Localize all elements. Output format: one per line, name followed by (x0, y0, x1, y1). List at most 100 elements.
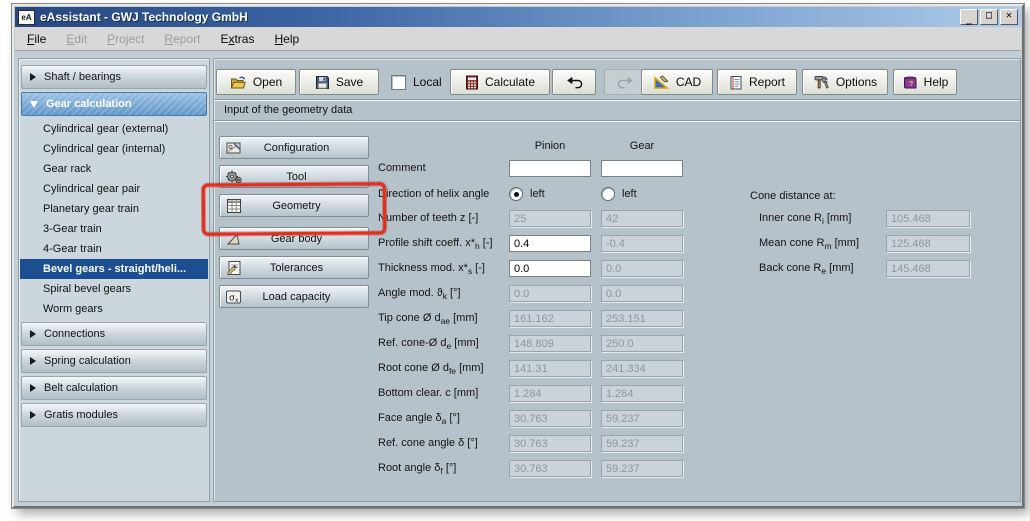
options-button[interactable]: Options (802, 69, 888, 95)
collapsed-arrow-icon (30, 411, 36, 419)
save-label: Save (336, 75, 363, 89)
report-button[interactable]: Report (717, 69, 797, 95)
field-label: Tip cone Ø dae [mm] (378, 312, 478, 324)
cone-label: Inner cone Ri [mm] (759, 212, 851, 224)
sidebar-item-cylindrical-gear-pair[interactable]: Cylindrical gear pair (20, 179, 208, 199)
cone-distance-title: Cone distance at: (750, 190, 836, 202)
form-row: Bottom clear. c [mm] 1.284 1.284 (214, 385, 1020, 403)
pinion-helix-direction-radio[interactable]: left (509, 187, 545, 201)
cone-value-field: 145.468 (886, 260, 970, 277)
pinion-value-field: 0.0 (509, 285, 591, 302)
local-checkbox-group[interactable]: Local (391, 69, 442, 95)
gear-value-field: 59.237 (601, 460, 683, 477)
gear-value-field: 253.151 (601, 310, 683, 327)
pinion-value-field: 141.31 (509, 360, 591, 377)
gear-value-field: 59.237 (601, 435, 683, 452)
sidebar-item-3-gear-train[interactable]: 3-Gear train (20, 219, 208, 239)
sidebar-item-planetary-gear-train[interactable]: Planetary gear train (20, 199, 208, 219)
sidebar-item-worm-gears[interactable]: Worm gears (20, 299, 208, 319)
menu-edit: Edit (64, 29, 97, 49)
undo-button[interactable] (552, 69, 596, 95)
cone-value-field: 125.468 (886, 235, 970, 252)
cad-button[interactable]: CAD (641, 69, 713, 95)
field-label: Ref. cone angle δ [°] (378, 437, 478, 449)
sidebar-group-gear-calculation[interactable]: Gear calculation (21, 92, 207, 116)
maximize-button[interactable]: □ (980, 9, 998, 25)
field-label: Face angle δa [°] (378, 412, 460, 424)
menu-file[interactable]: File (25, 29, 56, 49)
gear-value-field: 59.237 (601, 410, 683, 427)
pinion-value-field: 30.763 (509, 460, 591, 477)
configuration-icon (223, 139, 245, 157)
minimize-button[interactable]: _ (960, 9, 978, 25)
sidebar-item-4-gear-train[interactable]: 4-Gear train (20, 239, 208, 259)
form-row: Ref. cone-Ø de [mm]148.809250.0 (214, 335, 1020, 353)
form-row: Root angle δf [°] 30.763 59.237 (214, 460, 1020, 478)
cone-value-field: 105.468 (886, 210, 970, 227)
sidebar-group-gratis-modules[interactable]: Gratis modules (21, 403, 207, 427)
close-button[interactable]: ✕ (1000, 9, 1018, 25)
help-button[interactable]: ? Help (893, 69, 957, 95)
sidebar-item-cylindrical-gear-external-[interactable]: Cylindrical gear (external) (20, 119, 208, 139)
calculator-icon (465, 75, 479, 90)
gear-value-field: 241.334 (601, 360, 683, 377)
radio-icon[interactable] (509, 187, 523, 201)
sidebar-group-spring-calculation[interactable]: Spring calculation (21, 349, 207, 373)
gear-value-field[interactable] (601, 160, 683, 177)
main-panel: Open Save Local Calculate CAD Report (213, 58, 1021, 502)
radio-label: left (530, 188, 545, 200)
sidebar-group-connections[interactable]: Connections (21, 322, 207, 346)
status-strip: Input of the geometry data (214, 99, 1020, 121)
field-label: Ref. cone-Ø de [mm] (378, 337, 479, 349)
radio-label: left (622, 188, 637, 200)
nav-group-label: Spring calculation (44, 355, 131, 367)
menu-extras[interactable]: Extras (218, 29, 264, 49)
field-label: Angle mod. ϑk [°] (378, 287, 461, 299)
pinion-value-field: 1.284 (509, 385, 591, 402)
pinion-value-field: 148.809 (509, 335, 591, 352)
help-book-icon: ? (902, 75, 918, 90)
menu-report: Report (162, 29, 210, 49)
open-label: Open (253, 75, 282, 89)
field-label: Root angle δf [°] (378, 462, 456, 474)
nav-group-label: Connections (44, 328, 105, 340)
sidebar-item-gear-rack[interactable]: Gear rack (20, 159, 208, 179)
report-label: Report (749, 75, 785, 89)
gear-value-field: 1.284 (601, 385, 683, 402)
field-label: Comment (378, 162, 426, 174)
form-row: Angle mod. ϑk [°]0.00.0 (214, 285, 1020, 303)
calculate-button[interactable]: Calculate (450, 69, 550, 95)
window-controls: _ □ ✕ (960, 9, 1018, 25)
help-label: Help (924, 75, 949, 89)
app-icon: eA (18, 10, 35, 25)
field-label: Bottom clear. c [mm] (378, 387, 478, 399)
sidebar-item-cylindrical-gear-internal-[interactable]: Cylindrical gear (internal) (20, 139, 208, 159)
cone-label: Back cone Re [mm] (759, 262, 854, 274)
field-label: Direction of helix angle (378, 188, 489, 200)
nav-group-label: Gear calculation (46, 98, 132, 110)
menu-bar: File Edit Project Report Extras Help (15, 27, 1021, 51)
collapsed-arrow-icon (30, 384, 36, 392)
save-button[interactable]: Save (299, 69, 379, 95)
sidebar-group-shaft-bearings[interactable]: Shaft / bearings (21, 65, 207, 89)
form-row: Comment (214, 160, 1020, 178)
open-button[interactable]: Open (216, 69, 296, 95)
calculate-label: Calculate (485, 75, 535, 89)
collapsed-arrow-icon (30, 330, 36, 338)
sidebar-item-bevel-gears-straight-heli-[interactable]: Bevel gears - straight/heli... (20, 259, 208, 279)
configuration-label: Configuration (245, 142, 368, 154)
cone-row: Back cone Re [mm] 145.468 (214, 260, 1020, 278)
local-checkbox[interactable] (391, 75, 406, 90)
gear-helix-direction-radio[interactable]: left (601, 187, 637, 201)
options-tools-icon (813, 74, 830, 90)
app-window: eA eAssistant - GWJ Technology GmbH _ □ … (12, 4, 1024, 508)
menu-help[interactable]: Help (272, 29, 309, 49)
options-label: Options (836, 75, 877, 89)
configuration-button[interactable]: Configuration (219, 136, 369, 159)
pinion-value-field: 161.162 (509, 310, 591, 327)
pinion-value-field[interactable] (509, 160, 591, 177)
form-row: Face angle δa [°]30.76359.237 (214, 410, 1020, 428)
sidebar-group-belt-calculation[interactable]: Belt calculation (21, 376, 207, 400)
radio-icon[interactable] (601, 187, 615, 201)
sidebar-item-spiral-bevel-gears[interactable]: Spiral bevel gears (20, 279, 208, 299)
